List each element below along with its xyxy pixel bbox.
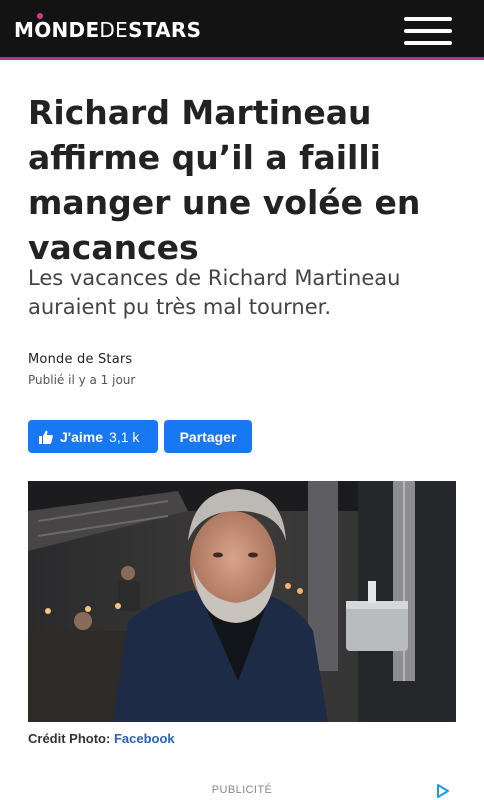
logo-part-3: STARS [128, 18, 202, 42]
logo-part-1: M [14, 18, 35, 42]
photo-credit-source[interactable]: Facebook [114, 731, 175, 746]
thumbs-up-icon [39, 430, 53, 444]
logo-part-2: NDE [51, 18, 100, 42]
like-button[interactable]: J'aime 3,1 k [28, 420, 158, 453]
photo-illustration [28, 481, 456, 722]
like-count: 3,1 k [109, 428, 140, 445]
photo-credit: Crédit Photo: Facebook [28, 731, 175, 746]
site-logo[interactable]: M O NDE DE STARS [14, 13, 202, 42]
share-button[interactable]: Partager [164, 420, 252, 453]
like-label: J'aime [60, 428, 104, 445]
article-subtitle: Les vacances de Richard Martineau auraie… [28, 266, 401, 319]
article-title: Richard Martineau affirme qu’il a failli… [28, 93, 421, 267]
header-accent-line [0, 57, 484, 60]
hamburger-icon[interactable] [404, 17, 452, 45]
publish-date: Publié il y a 1 jour [28, 373, 136, 387]
article-photo[interactable] [28, 481, 456, 722]
share-label: Partager [179, 428, 237, 445]
top-bar: M O NDE DE STARS [0, 0, 484, 60]
article-author[interactable]: Monde de Stars [28, 352, 132, 367]
adchoices-icon[interactable] [436, 784, 450, 798]
logo-middle: DE [99, 18, 129, 42]
ad-label: PUBLICITÉ [211, 784, 273, 796]
logo-o: O [34, 13, 52, 42]
photo-credit-label: Crédit Photo: [28, 731, 111, 746]
